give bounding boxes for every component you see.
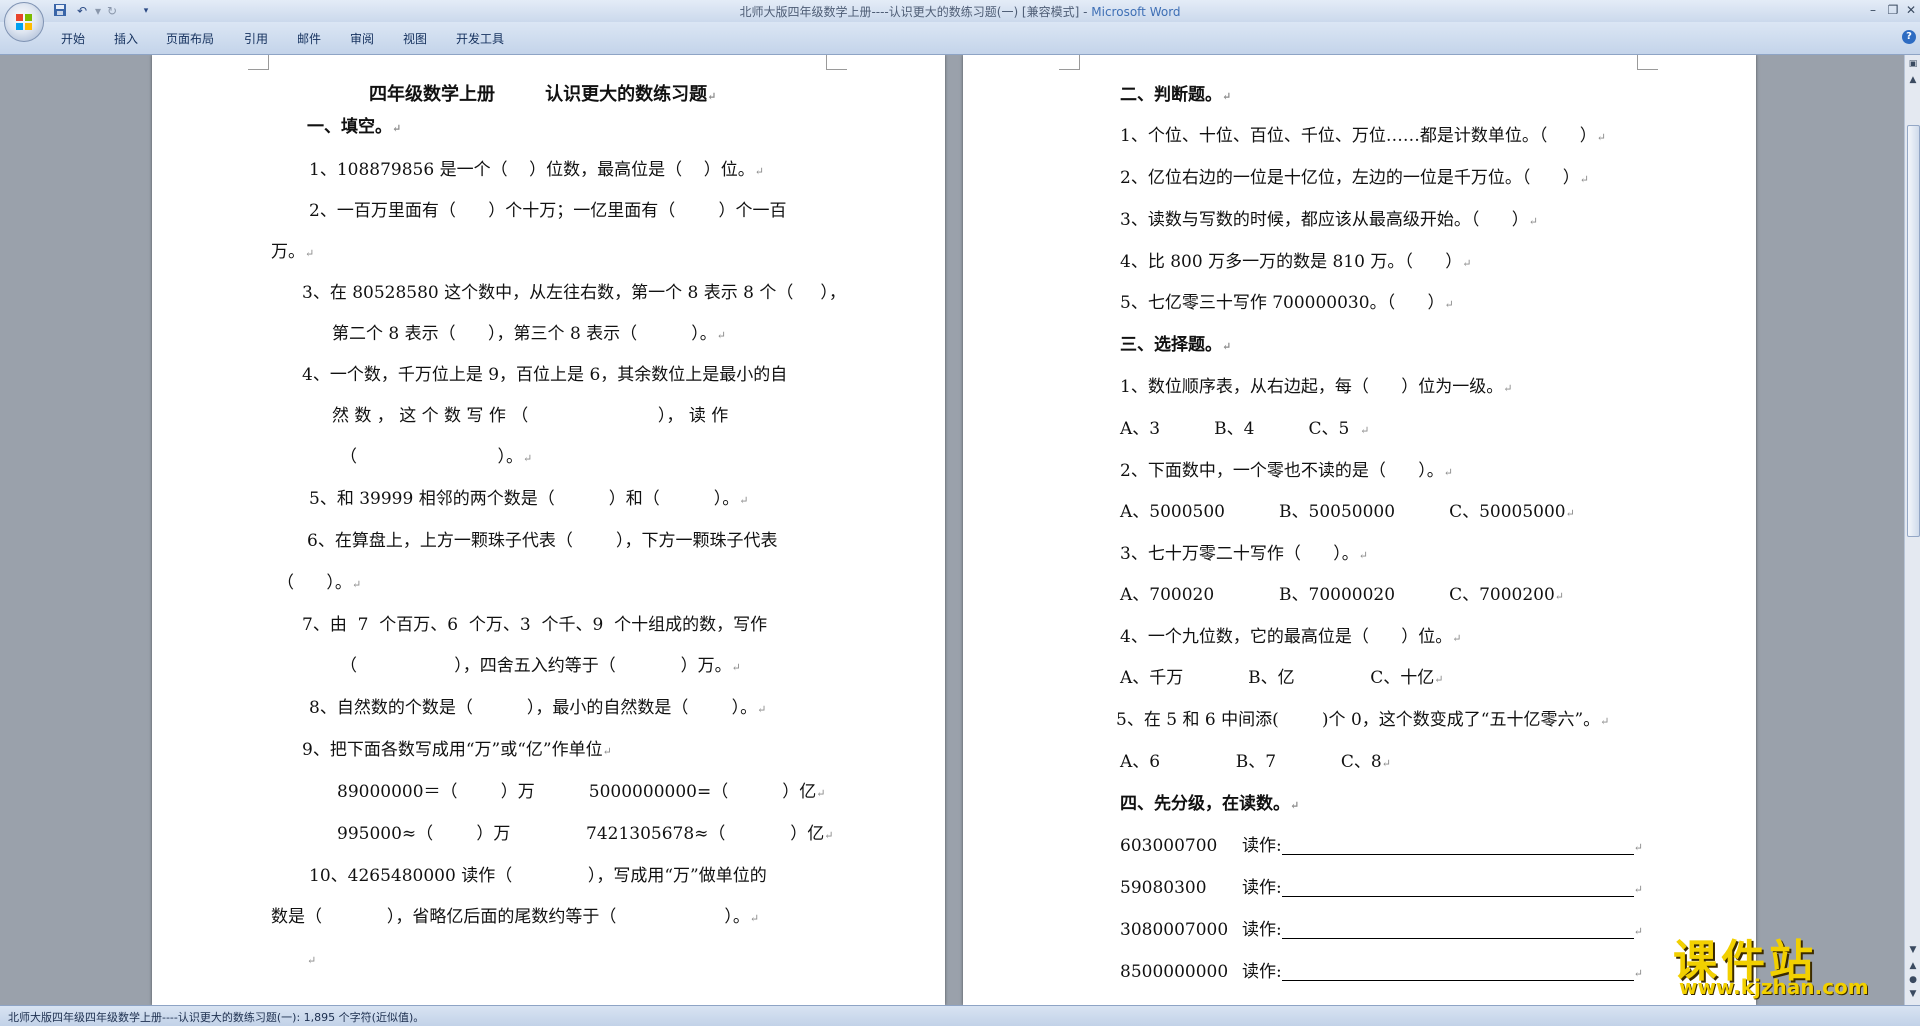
question-line: 1、数位顺序表，从右边起，每（ ）位为一级。↵ xyxy=(1120,377,1513,397)
window-title-doc: 北师大版四年级数学上册----认识更大的数练习题(一) [兼容模式] - xyxy=(739,5,1092,19)
scroll-up-icon[interactable]: ▲ xyxy=(1906,73,1920,87)
close-icon[interactable]: ✕ xyxy=(1902,2,1920,18)
window-title-app: Microsoft Word xyxy=(1091,5,1181,19)
question-line: 10、4265480000 读作（ ），写成用“万”做单位的 xyxy=(309,866,767,886)
reading-item: 59080300 读作: ↵ xyxy=(1120,878,1643,898)
question-line: 4、一个数，千万位上是 9，百位上是 6，其余数位上是最小的自 xyxy=(302,365,788,385)
help-icon[interactable]: ? xyxy=(1902,30,1916,44)
question-line: 995000≈（ ）万 7421305678≈（ ）亿↵ xyxy=(337,824,834,844)
office-button[interactable] xyxy=(4,2,44,42)
restore-icon[interactable]: ❐ xyxy=(1884,2,1902,18)
question-line: 第二个 8 表示（ ），第三个 8 表示（ ）。↵ xyxy=(332,324,726,344)
tab-references[interactable]: 引用 xyxy=(244,30,268,47)
tab-view[interactable]: 视图 xyxy=(403,30,427,47)
question-line: 3、七十万零二十写作（ ）。↵ xyxy=(1120,544,1368,564)
question-line: ↵ xyxy=(307,954,317,967)
scroll-down-icon[interactable]: ▼ xyxy=(1906,943,1920,957)
tab-review[interactable]: 审阅 xyxy=(350,30,374,47)
tab-insert[interactable]: 插入 xyxy=(114,30,138,47)
answer-blank xyxy=(1281,838,1634,855)
watermark-url: www.kjzhan.com xyxy=(1679,975,1869,999)
answer-blank xyxy=(1281,922,1634,939)
reading-item: 3080007000 读作: ↵ xyxy=(1120,920,1643,940)
question-line: 9、把下面各数写成用“万”或“亿”作单位↵ xyxy=(302,740,612,760)
margin-corner-mark xyxy=(248,55,269,70)
next-page-icon[interactable]: ▼ xyxy=(1906,987,1920,1001)
site-watermark: 课件站 www.kjzhan.com xyxy=(1665,925,1905,1005)
option-line: A、3 B、4 C、5 ↵ xyxy=(1120,419,1370,439)
option-line: A、千万 B、亿 C、十亿↵ xyxy=(1120,668,1444,688)
reading-item: 603000700 读作: ↵ xyxy=(1120,836,1643,856)
answer-blank xyxy=(1281,880,1634,897)
question-line: （ ），四舍五入约等于（ ）万。↵ xyxy=(340,656,741,676)
status-text: 北师大版四年级四年级数学上册----认识更大的数练习题(一): 1,895 个字… xyxy=(8,1011,425,1024)
section-heading: 三、选择题。↵ xyxy=(1120,335,1232,355)
question-line: 6、在算盘上，上方一颗珠子代表（ ），下方一颗珠子代表 xyxy=(307,531,778,551)
margin-corner-mark xyxy=(1637,55,1658,70)
minimize-icon[interactable]: – xyxy=(1864,2,1882,18)
question-line: 2、一百万里面有（ ）个十万；一亿里面有（ ）个一百 xyxy=(309,201,787,221)
question-line: 万。↵ xyxy=(271,242,315,262)
question-line: 4、比 800 万多一万的数是 810 万。（ ）↵ xyxy=(1120,252,1472,272)
question-line: 2、下面数中，一个零也不读的是（ ）。↵ xyxy=(1120,461,1453,481)
question-line: 8、自然数的个数是（ ），最小的自然数是（ ）。↵ xyxy=(309,698,767,718)
ribbon-tab-bar: 开始 插入 页面布局 引用 邮件 审阅 视图 开发工具 ? xyxy=(0,22,1920,55)
tab-mailings[interactable]: 邮件 xyxy=(297,30,321,47)
window-title: 北师大版四年级数学上册----认识更大的数练习题(一) [兼容模式] - Mic… xyxy=(0,3,1920,20)
scrollbar-thumb[interactable] xyxy=(1907,125,1920,537)
margin-corner-mark xyxy=(1059,55,1080,70)
question-line: 1、个位、十位、百位、千位、万位……都是计数单位。（ ）↵ xyxy=(1120,126,1606,146)
section-heading: 四、先分级，在读数。↵ xyxy=(1120,794,1300,814)
section-heading: 一、填空。↵ xyxy=(307,117,402,137)
question-line: 3、读数与写数的时候，都应该从最高级开始。（ ）↵ xyxy=(1120,210,1538,230)
document-title: 四年级数学上册 认识更大的数练习题↵ xyxy=(369,84,717,105)
option-line: A、700020 B、70000020 C、7000200↵ xyxy=(1120,585,1565,605)
question-line: 89000000＝（ ）万 5000000000=（ ）亿↵ xyxy=(337,782,826,802)
question-line: 数是（ ），省略亿后面的尾数约等于（ ）。↵ xyxy=(271,907,760,927)
office-logo-icon xyxy=(16,14,32,30)
question-line: 然 数 ， 这 个 数 写 作 （ ）， 读 作 xyxy=(332,406,729,426)
tab-page-layout[interactable]: 页面布局 xyxy=(166,30,214,47)
question-line: 5、和 39999 相邻的两个数是（ ）和（ ）。↵ xyxy=(309,489,749,509)
title-bar: ↶ ▾ ↻ ▾ 北师大版四年级数学上册----认识更大的数练习题(一) [兼容模… xyxy=(0,0,1920,42)
question-line: 5、七亿零三十写作 700000030。（ ）↵ xyxy=(1120,293,1454,313)
option-line: A、5000500 B、50050000 C、50005000↵ xyxy=(1120,502,1575,522)
question-line: 3、在 80528580 这个数中，从左往右数，第一个 8 表示 8 个（ ）， xyxy=(302,283,846,303)
ruler-toggle-icon[interactable]: ▣ xyxy=(1906,57,1920,71)
vertical-scrollbar[interactable]: ▣ ▲ ▼ ▲ ● ▼ xyxy=(1904,55,1920,1005)
question-line: （ ）。↵ xyxy=(340,447,533,467)
reading-item: 8500000000 读作: ↵ xyxy=(1120,962,1643,982)
question-line: 7、由 7 个百万、6 个万、3 个千、9 个十组成的数，写作 xyxy=(302,615,768,635)
margin-corner-mark xyxy=(826,55,847,70)
section-heading: 二、判断题。↵ xyxy=(1120,85,1232,105)
tab-home[interactable]: 开始 xyxy=(61,30,85,47)
question-line: 5、在 5 和 6 中间添( )个 0，这个数变成了“五十亿零六”。↵ xyxy=(1116,710,1610,730)
option-line: A、6 B、7 C、8↵ xyxy=(1120,752,1391,772)
tab-developer[interactable]: 开发工具 xyxy=(456,30,504,47)
previous-page-icon[interactable]: ▲ xyxy=(1906,959,1920,973)
document-workspace: 四年级数学上册 认识更大的数练习题↵ 一、填空。↵ 1、108879856 是一… xyxy=(0,55,1900,1005)
document-page-right[interactable]: 二、判断题。↵ 1、个位、十位、百位、千位、万位……都是计数单位。（ ）↵ 2、… xyxy=(963,55,1756,1005)
select-browse-object-icon[interactable]: ● xyxy=(1906,973,1920,987)
document-page-left[interactable]: 四年级数学上册 认识更大的数练习题↵ 一、填空。↵ 1、108879856 是一… xyxy=(152,55,945,1005)
question-line: 1、108879856 是一个（ ）位数，最高位是（ ）位。↵ xyxy=(309,160,765,180)
status-bar: 北师大版四年级四年级数学上册----认识更大的数练习题(一): 1,895 个字… xyxy=(0,1005,1920,1026)
question-line: 2、亿位右边的一位是十亿位，左边的一位是千万位。（ ）↵ xyxy=(1120,168,1589,188)
question-line: 4、一个九位数，它的最高位是（ ）位。↵ xyxy=(1120,627,1462,647)
question-line: （ ）。↵ xyxy=(277,573,362,593)
answer-blank xyxy=(1281,964,1634,981)
